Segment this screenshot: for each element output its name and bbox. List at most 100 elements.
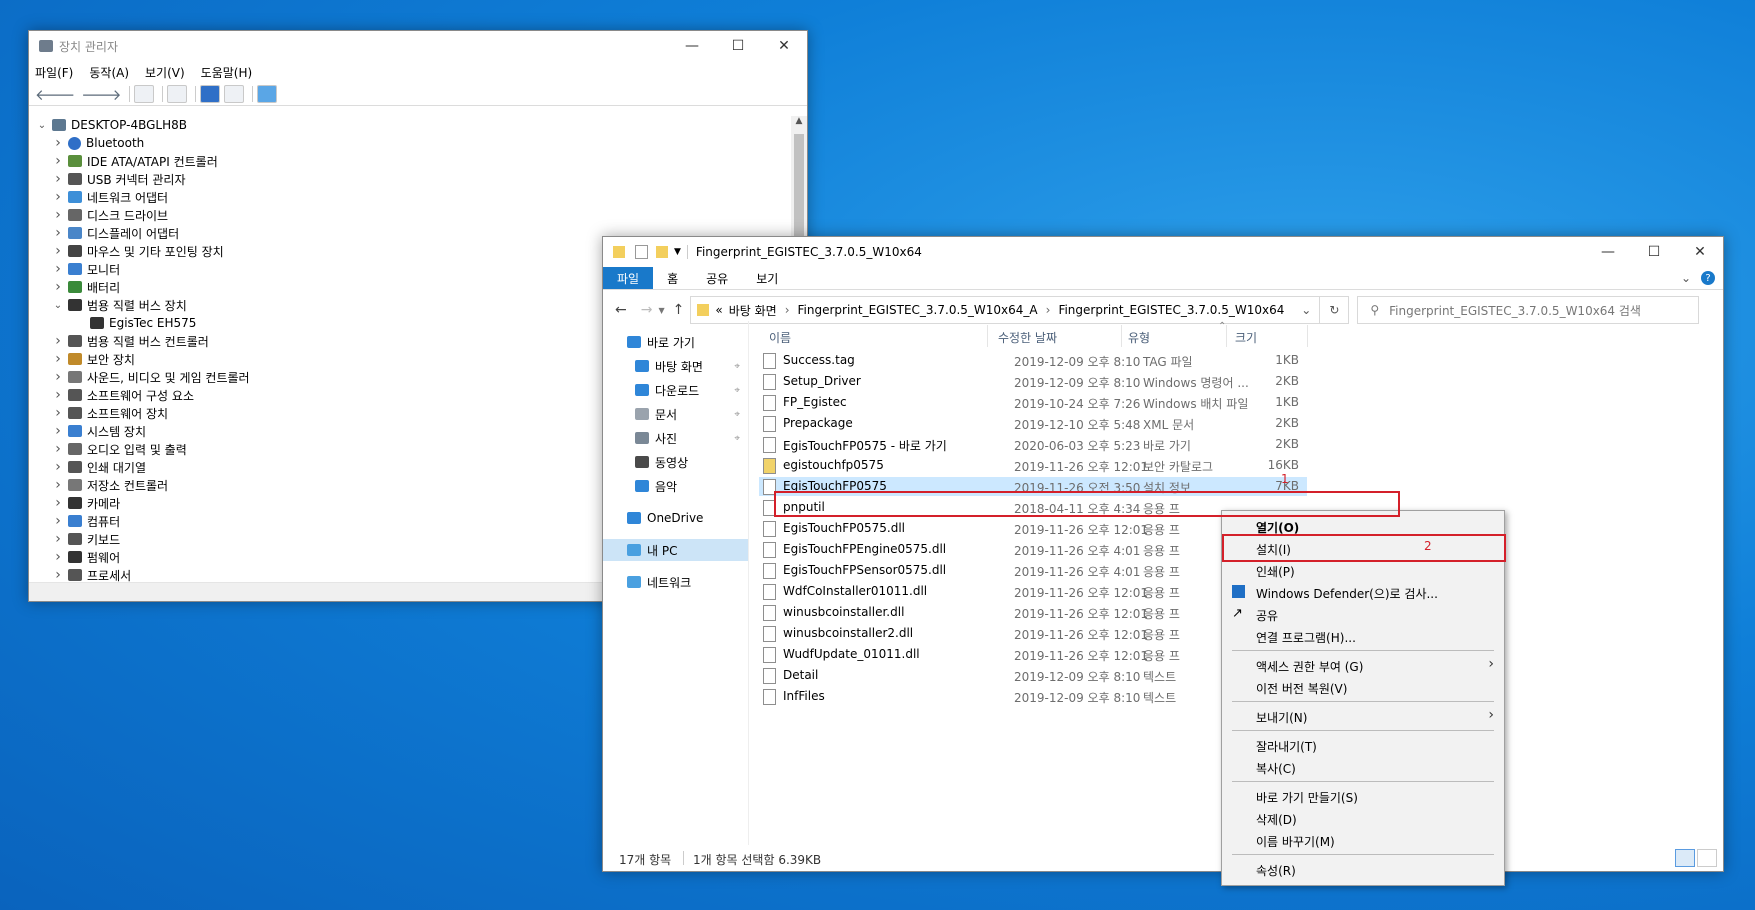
nav-item[interactable]: OneDrive	[603, 507, 748, 529]
breadcrumb-parent-folder[interactable]: Fingerprint_EGISTEC_3.7.0.5_W10x64_A	[798, 303, 1038, 317]
refresh-button[interactable]: ↻	[1320, 296, 1350, 324]
menu-file[interactable]: 파일(F)	[35, 64, 73, 81]
breadcrumb-chevron-icon[interactable]: ›	[785, 303, 790, 317]
search-box[interactable]: ⚲ Fingerprint_EGISTEC_3.7.0.5_W10x64 검색	[1357, 296, 1700, 324]
tab-share[interactable]: 공유	[692, 267, 742, 289]
menu-item[interactable]: Windows Defender(으)로 검사...	[1222, 581, 1504, 603]
help-icon[interactable]: ?	[1701, 271, 1715, 285]
breadcrumb-current-folder[interactable]: Fingerprint_EGISTEC_3.7.0.5_W10x64	[1058, 303, 1284, 317]
breadcrumb-desktop[interactable]: 바탕 화면	[729, 302, 777, 319]
tree-node[interactable]: › 네트워크 어댑터	[29, 188, 791, 206]
ribbon-expand-chevron-icon[interactable]: ⌄	[1681, 267, 1691, 289]
chevron-right-icon[interactable]: ›	[51, 405, 65, 421]
menu-help[interactable]: 도움말(H)	[201, 64, 253, 81]
chevron-right-icon[interactable]: ›	[51, 441, 65, 457]
minimize-button[interactable]: —	[669, 31, 715, 61]
back-arrow-icon[interactable]: ←	[615, 302, 627, 318]
chevron-right-icon[interactable]: ›	[51, 369, 65, 385]
tree-node[interactable]: › 디스크 드라이브	[29, 206, 791, 224]
column-date-modified[interactable]: 수정한 날짜	[998, 329, 1057, 346]
chevron-right-icon[interactable]: ›	[51, 549, 65, 565]
chevron-right-icon[interactable]: ›	[51, 279, 65, 295]
chevron-right-icon[interactable]: ›	[51, 387, 65, 403]
menu-item[interactable]: 잘라내기(T)	[1222, 734, 1504, 756]
menu-item[interactable]: 복사(C)	[1222, 756, 1504, 778]
nav-item[interactable]: 바로 가기	[603, 331, 748, 353]
scroll-thumb[interactable]	[794, 134, 804, 244]
breadcrumb-overflow[interactable]: «	[715, 303, 722, 317]
file-row[interactable]: Setup_Driver 2019-12-09 오후 8:10 Windows 명령…	[759, 372, 1307, 391]
chevron-right-icon[interactable]: ›	[51, 243, 65, 259]
maximize-button[interactable]: ☐	[1631, 237, 1677, 267]
chevron-right-icon[interactable]: ›	[51, 207, 65, 223]
close-button[interactable]: ✕	[761, 31, 807, 61]
nav-item[interactable]: 음악	[603, 475, 748, 497]
recent-dropdown-icon[interactable]: ▼	[658, 306, 664, 315]
menu-item[interactable]: 연결 프로그램(H)...	[1222, 625, 1504, 647]
up-arrow-icon[interactable]: ↑	[673, 302, 685, 318]
explorer-titlebar[interactable]: ▼ Fingerprint_EGISTEC_3.7.0.5_W10x64 — ☐…	[603, 237, 1723, 267]
chevron-right-icon[interactable]: ›	[51, 351, 65, 367]
menu-item[interactable]: 삭제(D)	[1222, 807, 1504, 829]
address-bar[interactable]: « 바탕 화면 › Fingerprint_EGISTEC_3.7.0.5_W1…	[690, 296, 1321, 324]
scan-hardware-icon[interactable]	[257, 85, 278, 103]
file-row[interactable]: EgisTouchFP0575 - 바로 가기 2020-06-03 오후 5:2…	[759, 435, 1307, 454]
menu-item[interactable]: 이전 버전 복원(V)	[1222, 676, 1504, 698]
chevron-down-icon[interactable]: ⌄	[51, 300, 65, 311]
chevron-right-icon[interactable]: ›	[51, 189, 65, 205]
help-icon[interactable]	[200, 85, 221, 103]
nav-item[interactable]: 내 PC	[603, 539, 748, 561]
address-history-chevron-icon[interactable]: ⌄	[1301, 303, 1311, 317]
nav-item[interactable]: 네트워크	[603, 571, 748, 593]
column-name[interactable]: 이름	[769, 329, 791, 346]
chevron-right-icon[interactable]: ›	[51, 153, 65, 169]
menu-item[interactable]: 인쇄(P)	[1222, 559, 1504, 581]
menu-item[interactable]: 액세스 권한 부여 (G) ›	[1222, 654, 1504, 676]
breadcrumb-chevron-icon[interactable]: ›	[1046, 303, 1051, 317]
properties-quick-icon[interactable]	[635, 245, 648, 259]
chevron-right-icon[interactable]: ›	[51, 495, 65, 511]
menu-action[interactable]: 동작(A)	[89, 64, 129, 81]
forward-arrow-icon[interactable]: 🡒	[81, 85, 121, 104]
new-folder-quick-icon[interactable]	[656, 246, 668, 258]
tab-view[interactable]: 보기	[742, 267, 792, 289]
menu-item[interactable]: ↗ 공유	[1222, 603, 1504, 625]
menu-item[interactable]: 속성(R)	[1222, 858, 1504, 880]
nav-item[interactable]: 동영상	[603, 451, 748, 473]
tab-home[interactable]: 홈	[653, 267, 692, 289]
menu-item[interactable]: 이름 바꾸기(M)	[1222, 829, 1504, 851]
tree-node[interactable]: › USB 커넥터 관리자	[29, 170, 791, 188]
close-button[interactable]: ✕	[1677, 237, 1723, 267]
menu-item[interactable]: 보내기(N) ›	[1222, 705, 1504, 727]
maximize-button[interactable]: ☐	[715, 31, 761, 61]
file-row[interactable]: Success.tag 2019-12-09 오후 8:10 TAG 파일 1KB	[759, 351, 1307, 370]
chevron-down-icon[interactable]: ⌄	[35, 120, 49, 131]
forward-arrow-icon[interactable]: →	[641, 302, 653, 318]
file-row[interactable]: FP_Egistec 2019-10-24 오후 7:26 Windows 배치 파…	[759, 393, 1307, 412]
column-type[interactable]: 유형	[1128, 329, 1150, 346]
large-icons-view-icon[interactable]	[1697, 849, 1717, 867]
nav-item[interactable]: 다운로드 ⌖	[603, 379, 748, 401]
chevron-right-icon[interactable]: ›	[51, 477, 65, 493]
chevron-right-icon[interactable]: ›	[51, 333, 65, 349]
details-view-icon[interactable]	[1675, 849, 1695, 867]
device-manager-titlebar[interactable]: 장치 관리자 — ☐ ✕	[29, 31, 807, 61]
chevron-right-icon[interactable]: ›	[51, 513, 65, 529]
update-driver-icon[interactable]	[167, 85, 188, 103]
tree-node[interactable]: › Bluetooth	[29, 134, 791, 152]
tree-node[interactable]: › IDE ATA/ATAPI 컨트롤러	[29, 152, 791, 170]
properties-icon[interactable]	[134, 85, 155, 103]
file-row[interactable]: Prepackage 2019-12-10 오후 5:48 XML 문서 2KB	[759, 414, 1307, 433]
menu-item[interactable]: 바로 가기 만들기(S)	[1222, 785, 1504, 807]
chevron-right-icon[interactable]: ›	[51, 135, 65, 151]
chevron-right-icon[interactable]: ›	[51, 225, 65, 241]
menu-view[interactable]: 보기(V)	[145, 64, 185, 81]
column-size[interactable]: 크기	[1235, 329, 1257, 346]
file-row[interactable]: egistouchfp0575 2019-11-26 오후 12:01 보안 카탈로…	[759, 456, 1307, 475]
back-arrow-icon[interactable]: 🡐	[35, 85, 75, 104]
quick-access-dropdown-icon[interactable]: ▼	[674, 247, 681, 257]
chevron-right-icon[interactable]: ›	[51, 531, 65, 547]
chevron-right-icon[interactable]: ›	[51, 423, 65, 439]
tree-root[interactable]: ⌄ DESKTOP-4BGLH8B	[29, 116, 791, 134]
chevron-right-icon[interactable]: ›	[51, 171, 65, 187]
